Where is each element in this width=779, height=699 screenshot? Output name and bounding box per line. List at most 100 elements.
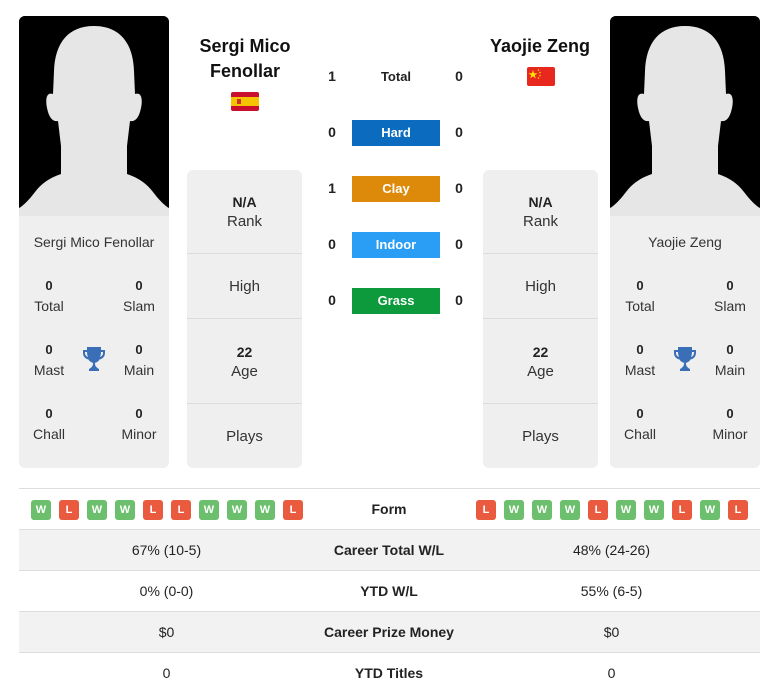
player-profile-card-right: N/A Rank High 22 Age Plays <box>483 170 598 468</box>
surface-badge-indoor[interactable]: Indoor <box>352 232 440 258</box>
rank-value: N/A <box>232 194 257 210</box>
stats-row-career-total-wl: 67% (10-5) Career Total W/L 48% (24-26) <box>19 530 760 571</box>
titles-slam-value: 0 <box>726 278 734 293</box>
player-heading-left[interactable]: Sergi Mico Fenollar <box>188 34 302 84</box>
form-badge-loss: L <box>171 500 191 520</box>
titles-slam-left: 0 Slam <box>109 276 169 316</box>
plays-cell: Plays <box>187 427 302 447</box>
surface-badge-hard[interactable]: Hard <box>352 120 440 146</box>
form-badge-loss: L <box>588 500 608 520</box>
stats-left-value: 0% (0-0) <box>139 583 194 599</box>
stats-row-ytd-titles: 0 YTD Titles 0 <box>19 653 760 694</box>
rank-label: Rank <box>522 213 559 230</box>
titles-minor-value: 0 <box>135 406 143 421</box>
stats-left-value: 0 <box>162 665 171 681</box>
h2h-left-value: 0 <box>328 292 336 308</box>
trophy-icon <box>674 347 696 371</box>
form-badge-loss: L <box>672 500 692 520</box>
divider <box>19 488 760 489</box>
age-cell: 22 Age <box>483 342 598 382</box>
china-flag-icon <box>527 67 555 86</box>
form-badges-left: WLWWLLWWWL <box>31 500 303 520</box>
player-name-right[interactable]: Yaojie Zeng <box>610 234 760 250</box>
h2h-right-value: 0 <box>455 68 463 84</box>
surface-badge-clay[interactable]: Clay <box>352 176 440 202</box>
player-heading-line2: Fenollar <box>209 61 280 81</box>
titles-minor-value: 0 <box>726 406 734 421</box>
h2h-right-value: 0 <box>455 124 463 140</box>
player-name-left[interactable]: Sergi Mico Fenollar <box>19 234 169 250</box>
high-label: High <box>229 278 260 295</box>
titles-main-left: 0 Main <box>109 340 169 380</box>
h2h-row-grass: 0 Grass 0 <box>318 288 476 314</box>
stats-label: YTD W/L <box>360 583 418 599</box>
surface-badge-grass[interactable]: Grass <box>352 288 440 314</box>
form-badge-loss: L <box>59 500 79 520</box>
rank-cell: N/A Rank <box>483 192 598 232</box>
form-badge-loss: L <box>476 500 496 520</box>
titles-main-label: Main <box>123 362 155 378</box>
titles-mast-value: 0 <box>45 342 53 357</box>
form-badge-loss: L <box>143 500 163 520</box>
divider <box>187 318 302 319</box>
divider <box>483 253 598 254</box>
stats-label: YTD Titles <box>354 665 424 681</box>
titles-total-label: Total <box>34 298 64 314</box>
titles-total-value: 0 <box>45 278 53 293</box>
titles-total-left: 0 Total <box>19 276 79 316</box>
divider <box>483 318 598 319</box>
form-badge-win: W <box>644 500 664 520</box>
titles-minor-right: 0 Minor <box>700 404 760 444</box>
age-value: 22 <box>236 344 253 360</box>
divider <box>187 403 302 404</box>
h2h-right-value: 0 <box>455 180 463 196</box>
silhouette-icon <box>610 16 760 216</box>
form-badge-win: W <box>560 500 580 520</box>
stats-right-value: $0 <box>603 624 620 640</box>
titles-chall-label: Chall <box>33 426 65 442</box>
player-profile-card-left: N/A Rank High 22 Age Plays <box>187 170 302 468</box>
h2h-left-value: 1 <box>328 68 336 84</box>
titles-mast-value: 0 <box>636 342 644 357</box>
titles-main-label: Main <box>714 362 746 378</box>
player-heading-right[interactable]: Yaojie Zeng <box>480 34 600 59</box>
titles-main-right: 0 Main <box>700 340 760 380</box>
divider <box>483 403 598 404</box>
titles-total-label: Total <box>625 298 655 314</box>
player-heading-line1: Yaojie Zeng <box>489 36 591 56</box>
age-value: 22 <box>532 344 549 360</box>
form-badge-win: W <box>700 500 720 520</box>
plays-cell: Plays <box>483 427 598 447</box>
h2h-row-indoor: 0 Indoor 0 <box>318 232 476 258</box>
h2h-right-value: 0 <box>455 292 463 308</box>
form-badge-win: W <box>199 500 219 520</box>
age-cell: 22 Age <box>187 342 302 382</box>
plays-label: Plays <box>226 428 263 445</box>
trophy-icon <box>83 347 105 371</box>
titles-total-right: 0 Total <box>610 276 670 316</box>
titles-minor-label: Minor <box>121 426 157 442</box>
high-cell: High <box>187 277 302 297</box>
stats-left-value: $0 <box>158 624 175 640</box>
form-badge-win: W <box>532 500 552 520</box>
h2h-label: Total <box>380 69 412 84</box>
titles-mast-label: Mast <box>624 362 656 378</box>
h2h-right-value: 0 <box>455 236 463 252</box>
form-badge-loss: L <box>728 500 748 520</box>
age-label: Age <box>527 363 554 380</box>
stats-right-value: 0 <box>607 665 616 681</box>
rank-label: Rank <box>226 213 263 230</box>
stats-right-value: 55% (6-5) <box>580 583 643 599</box>
player-titles-card-right: Yaojie Zeng 0 Total 0 Slam 0 Mast 0 Main… <box>610 216 760 468</box>
titles-mast-right: 0 Mast <box>610 340 670 380</box>
titles-chall-left: 0 Chall <box>19 404 79 444</box>
form-badge-win: W <box>616 500 636 520</box>
plays-label: Plays <box>522 428 559 445</box>
h2h-row-clay: 1 Clay 0 <box>318 176 476 202</box>
player-heading-line1: Sergi Mico <box>199 36 291 56</box>
form-badge-win: W <box>504 500 524 520</box>
h2h-left-value: 0 <box>328 124 336 140</box>
form-badge-win: W <box>115 500 135 520</box>
titles-mast-left: 0 Mast <box>19 340 79 380</box>
stats-label: Career Prize Money <box>324 624 454 640</box>
